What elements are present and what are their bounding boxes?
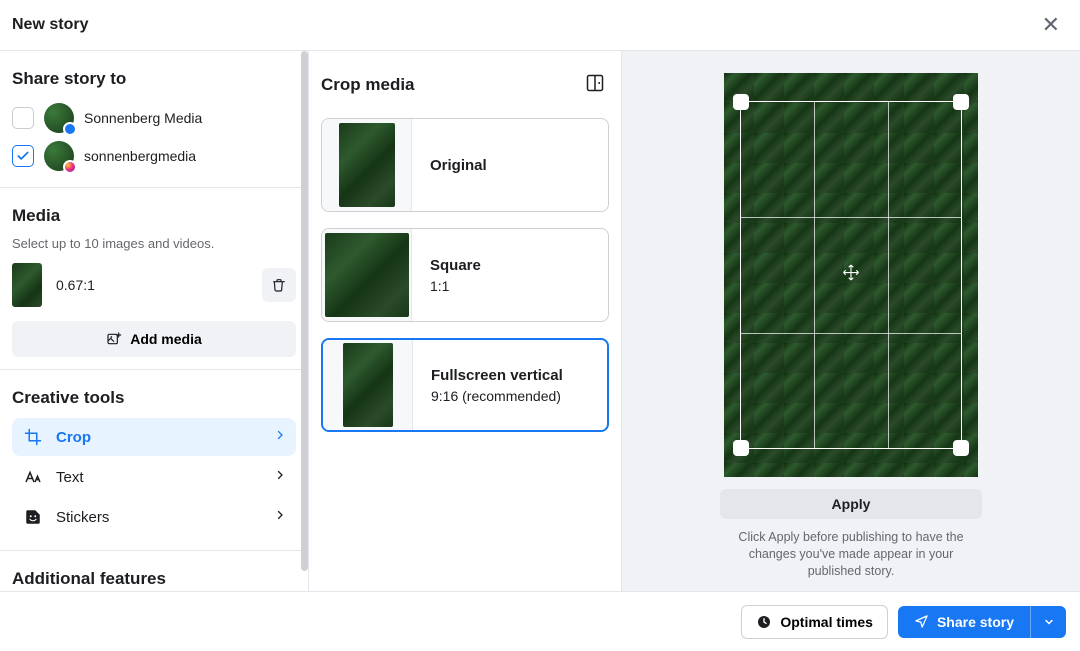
crop-option-thumb (323, 340, 413, 430)
clock-icon (756, 614, 772, 630)
crop-option-labels: Square 1:1 (412, 257, 481, 294)
share-story-button[interactable]: Share story (898, 606, 1030, 638)
crop-canvas[interactable] (724, 73, 978, 477)
account-row-ig[interactable]: sonnenbergmedia (12, 137, 296, 175)
crop-gridline (741, 333, 961, 334)
apply-button[interactable]: Apply (720, 489, 982, 520)
chevron-right-icon (274, 428, 286, 446)
crop-icon (22, 428, 44, 446)
instagram-badge-icon (63, 160, 77, 174)
account-checkbox[interactable] (12, 145, 34, 167)
crop-option-thumb (322, 229, 412, 321)
share-dropdown-button[interactable] (1030, 606, 1066, 638)
share-heading: Share story to (12, 69, 296, 89)
crop-option-square[interactable]: Square 1:1 (321, 228, 609, 322)
tool-crop[interactable]: Crop (12, 418, 296, 456)
footer: Optimal times Share story (0, 591, 1080, 651)
chevron-right-icon (274, 468, 286, 486)
tool-label: Crop (56, 429, 91, 446)
close-button[interactable]: ✕ (1034, 8, 1068, 42)
crop-panel-title: Crop media (321, 75, 415, 95)
add-media-label: Add media (130, 331, 202, 347)
crop-option-fullscreen-vertical[interactable]: Fullscreen vertical 9:16 (recommended) (321, 338, 609, 432)
account-row-fb[interactable]: Sonnenberg Media (12, 99, 296, 137)
crop-option-sub: 9:16 (recommended) (431, 388, 563, 404)
share-section: Share story to Sonnenberg Media sonnenbe… (0, 51, 308, 188)
crop-option-name: Square (430, 257, 481, 274)
tool-label: Text (56, 469, 84, 486)
creative-tools-section: Creative tools Crop Text (0, 370, 308, 551)
optimal-times-label: Optimal times (780, 614, 873, 630)
checkmark-icon (16, 149, 30, 163)
crop-handle-top-right[interactable] (953, 94, 969, 110)
crop-handle-top-left[interactable] (733, 94, 749, 110)
dialog-title: New story (12, 16, 88, 34)
crop-option-labels: Original (412, 157, 487, 174)
sidebar-scrollbar[interactable] (301, 51, 308, 571)
crop-gridline (741, 217, 961, 218)
account-name: sonnenbergmedia (84, 148, 196, 164)
crop-panel: Crop media Original Square 1:1 Fullscree… (309, 51, 622, 602)
account-avatar (44, 103, 74, 133)
crop-gridline (814, 102, 815, 448)
sidebar: Share story to Sonnenberg Media sonnenbe… (0, 51, 309, 602)
tool-text[interactable]: Text (12, 458, 296, 496)
chevron-right-icon (274, 508, 286, 526)
crop-handle-bottom-right[interactable] (953, 440, 969, 456)
apply-hint: Click Apply before publishing to have th… (721, 529, 981, 580)
tool-label: Stickers (56, 509, 109, 526)
tools-heading: Creative tools (12, 388, 296, 408)
share-button-group: Share story (898, 606, 1066, 638)
send-icon (914, 614, 929, 629)
crop-handle-bottom-left[interactable] (733, 440, 749, 456)
tool-stickers[interactable]: Stickers (12, 498, 296, 536)
crop-frame[interactable] (740, 101, 962, 449)
dialog-header: New story ✕ (0, 0, 1080, 51)
apply-label: Apply (832, 496, 871, 512)
media-ratio-label: 0.67:1 (56, 277, 95, 293)
account-checkbox[interactable] (12, 107, 34, 129)
optimal-times-button[interactable]: Optimal times (741, 605, 888, 639)
media-heading: Media (12, 206, 296, 226)
account-avatar (44, 141, 74, 171)
sticker-icon (22, 508, 44, 526)
caret-down-icon (1043, 616, 1055, 628)
crop-option-name: Fullscreen vertical (431, 367, 563, 384)
delete-media-button[interactable] (262, 268, 296, 302)
image-plus-icon (106, 331, 122, 347)
media-thumbnail (12, 263, 42, 307)
crop-option-labels: Fullscreen vertical 9:16 (recommended) (413, 367, 563, 404)
media-section: Media Select up to 10 images and videos.… (0, 188, 308, 370)
crop-option-sub: 1:1 (430, 278, 481, 294)
crop-option-original[interactable]: Original (321, 118, 609, 212)
crop-option-thumb (322, 119, 412, 211)
crop-option-name: Original (430, 157, 487, 174)
text-icon (22, 468, 44, 486)
account-name: Sonnenberg Media (84, 110, 202, 126)
media-subtext: Select up to 10 images and videos. (12, 236, 296, 251)
move-icon[interactable] (842, 263, 860, 286)
share-story-label: Share story (937, 614, 1014, 630)
additional-heading: Additional features (12, 569, 296, 589)
crop-panel-header: Crop media (321, 69, 609, 100)
close-icon: ✕ (1042, 12, 1060, 37)
facebook-badge-icon (63, 122, 77, 136)
dialog-body: Share story to Sonnenberg Media sonnenbe… (0, 51, 1080, 602)
media-item[interactable]: 0.67:1 (12, 263, 296, 307)
aspect-ratio-button[interactable] (581, 69, 609, 100)
preview-panel: Apply Click Apply before publishing to h… (622, 51, 1080, 602)
aspect-ratio-icon (585, 73, 605, 93)
crop-gridline (888, 102, 889, 448)
add-media-button[interactable]: Add media (12, 321, 296, 357)
trash-icon (271, 277, 287, 293)
